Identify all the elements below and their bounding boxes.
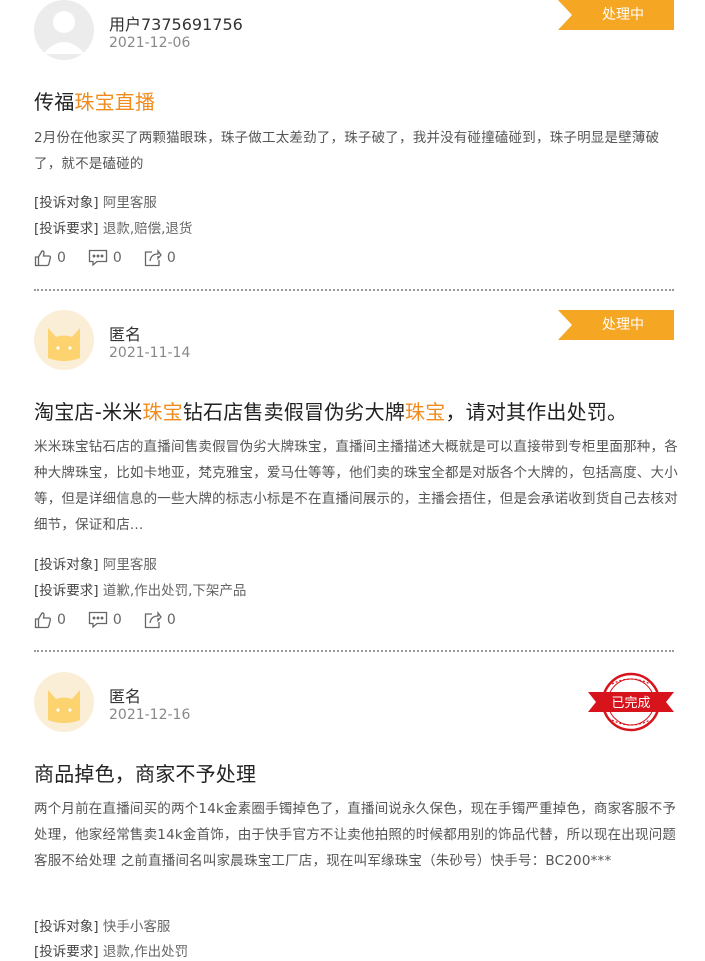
share-button[interactable]: 0 — [144, 249, 176, 267]
complaint-request: [投诉要求] 道歉,作出处罚,下架产品 — [34, 583, 247, 599]
comment-icon — [88, 611, 108, 629]
complaint-title[interactable]: 传福珠宝直播 — [34, 86, 155, 115]
like-button[interactable]: 0 — [34, 611, 66, 629]
complaint-request: [投诉要求] 退款,作出处罚 — [34, 944, 189, 960]
share-count: 0 — [166, 612, 176, 628]
avatar[interactable] — [34, 310, 94, 370]
avatar[interactable] — [34, 0, 94, 60]
complaint-title[interactable]: 商品掉色，商家不予处理 — [34, 758, 256, 787]
avatar[interactable] — [34, 672, 94, 732]
complaint-content[interactable]: 米米珠宝钻石店的直播间售卖假冒伪劣大牌珠宝，直播间主播描述大概就是可以直接带到专… — [34, 434, 679, 538]
like-count: 0 — [57, 250, 66, 266]
status-badge: 处理中 — [558, 0, 674, 30]
divider — [34, 289, 674, 291]
cat-avatar-icon — [34, 672, 94, 732]
comment-button[interactable]: 0 — [88, 611, 122, 629]
complaint-card[interactable]: 用户7375691756 2021-12-06 处理中 传福珠宝直播 2月份在他… — [34, 0, 674, 280]
username[interactable]: 匿名 — [109, 321, 141, 345]
complaint-target: [投诉对象] 阿里客服 — [34, 195, 157, 211]
action-bar: 0 0 0 — [34, 247, 198, 269]
thumbs-up-icon — [34, 612, 52, 629]
completed-stamp-icon: 已完成 — [588, 672, 674, 732]
cat-avatar-icon — [34, 310, 94, 370]
comment-count: 0 — [112, 250, 122, 266]
complaint-content[interactable]: 2月份在他家买了两颗猫眼珠，珠子做工太差劲了，珠子破了，我并没有碰撞磕碰到，珠子… — [34, 125, 679, 177]
share-icon — [144, 611, 162, 629]
complaint-target: [投诉对象] 快手小客服 — [34, 919, 171, 935]
comment-count: 0 — [112, 612, 122, 628]
like-count: 0 — [57, 612, 66, 628]
complaint-content[interactable]: 两个月前在直播间买的两个14k金素圈手镯掉色了，直播间说永久保色，现在手镯严重掉… — [34, 796, 679, 874]
divider — [34, 650, 674, 652]
comment-icon — [88, 249, 108, 267]
post-date: 2021-12-16 — [109, 707, 191, 723]
action-bar: 0 0 0 — [34, 609, 198, 631]
status-badge: 处理中 — [558, 310, 674, 340]
complaint-target: [投诉对象] 阿里客服 — [34, 557, 157, 573]
share-icon — [144, 249, 162, 267]
thumbs-up-icon — [34, 250, 52, 267]
status-stamp: 已完成 — [588, 672, 674, 732]
share-button[interactable]: 0 — [144, 611, 176, 629]
post-date: 2021-11-14 — [109, 345, 191, 361]
complaint-title[interactable]: 淘宝店-米米珠宝钻石店售卖假冒伪劣大牌珠宝，请对其作出处罚。 — [34, 396, 627, 425]
complaint-request: [投诉要求] 退款,赔偿,退货 — [34, 221, 193, 237]
share-count: 0 — [166, 250, 176, 266]
username[interactable]: 用户7375691756 — [109, 11, 243, 35]
svg-text:已完成: 已完成 — [611, 696, 650, 711]
username[interactable]: 匿名 — [109, 683, 141, 707]
complaint-card[interactable]: 匿名 2021-11-14 处理中 淘宝店-米米珠宝钻石店售卖假冒伪劣大牌珠宝，… — [34, 310, 678, 640]
like-button[interactable]: 0 — [34, 249, 66, 267]
complaint-card[interactable]: 匿名 2021-12-16 已完成 商品掉色，商家不予处理 两个月前在直播间买的… — [34, 672, 676, 961]
comment-button[interactable]: 0 — [88, 249, 122, 267]
post-date: 2021-12-06 — [109, 35, 191, 51]
